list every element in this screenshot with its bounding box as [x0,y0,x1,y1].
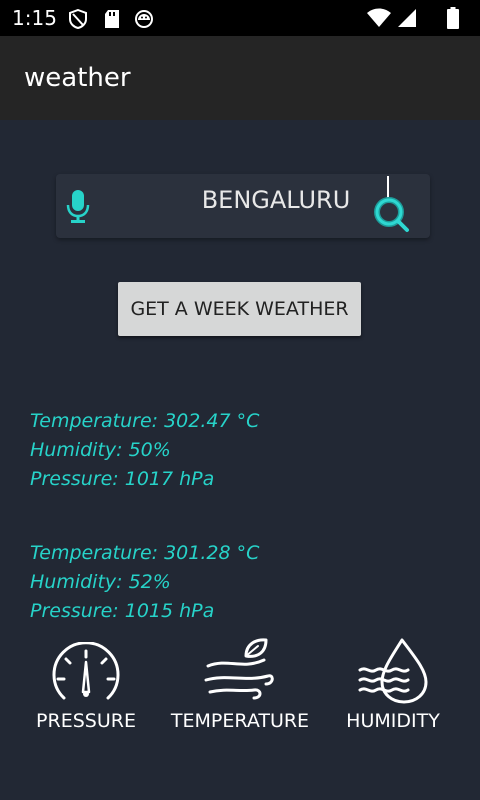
search-box [56,174,430,238]
humidity-value: Humidity: 50% [30,439,171,461]
weather-reading-1: Temperature: 302.47 °C Humidity: 50% Pre… [30,407,259,494]
app-bar: weather [0,36,480,120]
wind-leaf-icon[interactable] [202,636,278,706]
sd-card-icon [105,10,119,28]
status-bar: 1:15 [0,0,480,36]
wifi-icon [367,8,391,27]
pressure-label: PRESSURE [36,710,136,732]
city-search-input[interactable] [156,180,396,220]
signal-icon [398,9,416,27]
mic-icon[interactable] [66,188,90,224]
temperature-value: Temperature: 302.47 °C [30,410,260,432]
android-icon [135,10,153,28]
search-icon[interactable] [372,196,412,234]
battery-icon [447,7,459,29]
pressure-value: Pressure: 1015 hPa [30,600,215,622]
temperature-label: TEMPERATURE [170,710,310,732]
status-time: 1:15 [12,6,57,30]
humidity-label: HUMIDITY [346,710,440,732]
weather-reading-2: Temperature: 301.28 °C Humidity: 52% Pre… [30,539,259,626]
get-week-weather-button[interactable]: GET A WEEK WEATHER [118,282,361,336]
gauge-icon[interactable] [50,642,122,704]
shield-icon [69,9,87,29]
temperature-value: Temperature: 301.28 °C [30,542,260,564]
pressure-value: Pressure: 1017 hPa [30,468,215,490]
water-drop-icon[interactable] [356,636,432,706]
app-title: weather [24,63,131,93]
main-content: GET A WEEK WEATHER Temperature: 302.47 °… [0,120,480,800]
humidity-value: Humidity: 52% [30,571,171,593]
